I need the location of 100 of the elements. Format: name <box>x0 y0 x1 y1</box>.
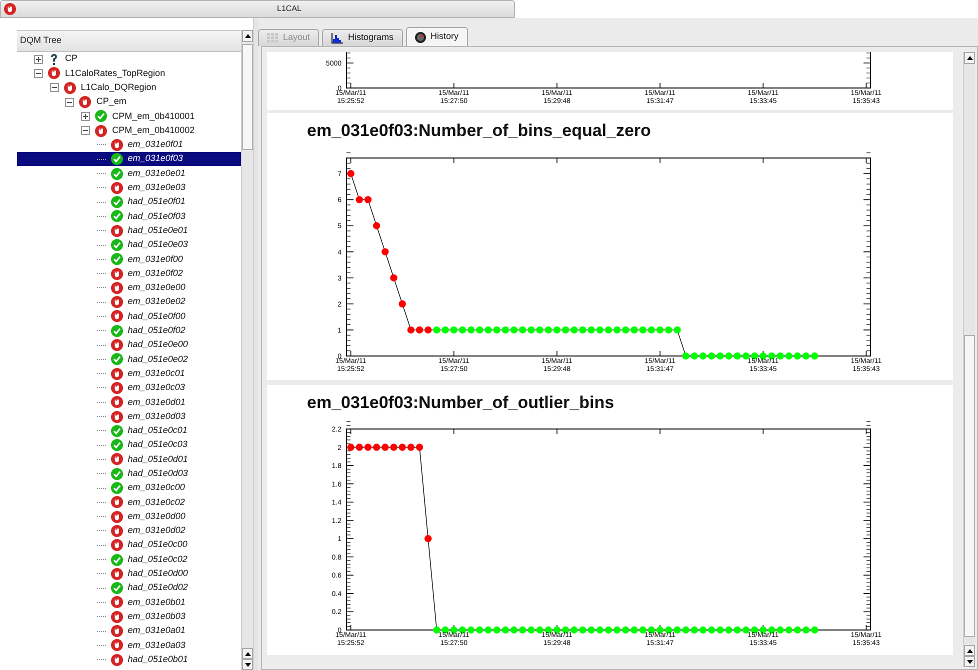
tree-connector <box>96 302 106 303</box>
down-arrow-icon <box>966 660 972 664</box>
tree-item[interactable]: had_051e0c00 <box>17 538 241 552</box>
tree-connector <box>96 473 106 474</box>
tree-connector <box>96 258 106 260</box>
tree-item[interactable]: had_051e0f02 <box>17 324 241 338</box>
tree-item[interactable]: em_031e0e01 <box>17 166 241 181</box>
tree-item[interactable]: CP_em <box>17 94 241 110</box>
collapse-toggle[interactable] <box>34 68 43 78</box>
tree-item[interactable]: had_051e0d02 <box>17 580 241 596</box>
tree-item[interactable]: had_051e0d01 <box>17 452 241 467</box>
up-arrow-icon <box>244 652 250 656</box>
collapse-toggle[interactable] <box>50 83 59 92</box>
tree-item[interactable]: had_051e0e01 <box>17 224 241 238</box>
tree-item[interactable]: em_031e0f02 <box>17 266 241 281</box>
tree-item[interactable]: had_051e0f00 <box>17 309 241 324</box>
scroll-down-button[interactable] <box>964 656 975 667</box>
tree-item[interactable]: had_051e0b01 <box>17 652 241 667</box>
tree-item[interactable]: had_051e0f03 <box>17 209 241 224</box>
collapse-toggle[interactable] <box>65 98 74 107</box>
tree-item[interactable]: had_051e0c02 <box>17 552 241 567</box>
tree-item[interactable]: em_031e0c03 <box>17 380 241 396</box>
collapse-toggle[interactable] <box>81 126 90 136</box>
tree-connector <box>96 444 106 446</box>
window-tab[interactable]: L1CAL <box>0 0 515 18</box>
scrollbar[interactable] <box>963 52 975 667</box>
tree-item[interactable]: em_031e0a01 <box>17 624 241 638</box>
tree-item[interactable]: had_051e0e00 <box>17 338 241 352</box>
tree-connector <box>96 616 106 618</box>
scrollbar[interactable] <box>241 30 253 670</box>
tree-item[interactable]: em_031e0c02 <box>17 495 241 510</box>
tree-connector <box>96 458 106 460</box>
down-arrow-icon <box>244 662 250 666</box>
tree-item[interactable]: em_031e0a03 <box>17 638 241 652</box>
tree-item[interactable]: had_051e0e02 <box>17 352 241 367</box>
tree-item[interactable]: em_031e0f03 <box>17 152 241 166</box>
tree-connector <box>96 202 106 203</box>
tree-item[interactable]: em_031e0d00 <box>17 510 241 524</box>
tree-connector <box>96 502 106 503</box>
tree-connector <box>96 588 106 589</box>
tree-item[interactable]: em_031e0e03 <box>17 180 241 195</box>
scroll-up-button[interactable] <box>242 30 253 42</box>
tree-item[interactable]: CP <box>17 52 241 66</box>
tree-connector <box>96 659 106 660</box>
tree-connector <box>96 544 106 546</box>
tree-connector <box>96 344 106 346</box>
tree-item[interactable]: L1CaloRates_TopRegion <box>17 66 241 81</box>
tree-connector <box>96 244 106 246</box>
tree-item[interactable]: em_031e0d01 <box>17 395 241 410</box>
tree-item[interactable]: em_031e0f01 <box>17 138 241 152</box>
tree-connector <box>96 402 106 403</box>
tree-item[interactable]: em_031e0e02 <box>17 295 241 310</box>
scroll-thumb[interactable] <box>964 335 975 637</box>
up-arrow-icon <box>966 648 972 652</box>
tab[interactable]: Histograms <box>322 29 403 46</box>
tree-connector <box>96 273 106 274</box>
tree-item[interactable]: em_031e0c00 <box>17 480 241 496</box>
tree-connector <box>96 430 106 432</box>
tree-connector <box>96 173 106 174</box>
tree-connector <box>96 330 106 332</box>
gauge-icon <box>414 32 426 42</box>
window-title: L1CAL <box>277 3 302 15</box>
tree-item[interactable]: had_051e0d00 <box>17 566 241 581</box>
tree-item[interactable]: em_031e0e00 <box>17 280 241 296</box>
tree-item[interactable]: em_031e0b01 <box>17 595 241 610</box>
scroll-up-button[interactable] <box>242 648 253 659</box>
tree-connector <box>96 230 106 232</box>
tree-item[interactable]: had_051e0d03 <box>17 466 241 481</box>
tree-connector <box>96 316 106 317</box>
tree-item[interactable]: had_051e0c01 <box>17 424 241 438</box>
tree-connector <box>96 416 106 418</box>
tree-connector <box>96 530 106 532</box>
tree-connector <box>96 573 106 574</box>
scroll-up-button[interactable] <box>964 52 975 64</box>
tree-connector <box>96 644 106 646</box>
tree-item[interactable]: had_051e0e03 <box>17 238 241 252</box>
tree-item[interactable]: em_031e0f00 <box>17 252 241 266</box>
tab[interactable]: History <box>406 27 468 46</box>
tree-item[interactable]: em_031e0c01 <box>17 366 241 381</box>
tree-item[interactable]: em_031e0b03 <box>17 610 241 624</box>
expand-toggle[interactable] <box>81 112 90 121</box>
up-arrow-icon <box>244 34 250 38</box>
tree-connector <box>96 559 106 560</box>
scroll-up-button[interactable] <box>964 645 975 656</box>
tree-connector <box>96 144 106 146</box>
tree-connector <box>96 187 106 188</box>
histogram-icon <box>331 32 344 44</box>
tree-item[interactable]: em_031e0d02 <box>17 524 241 538</box>
tree-connector <box>96 158 106 160</box>
scroll-thumb[interactable] <box>242 44 253 150</box>
plot-title: em_031e0f03:Number_of_bins_equal_zero <box>307 120 651 142</box>
tree-item[interactable]: had_051e0c03 <box>17 438 241 452</box>
tree-connector <box>96 516 106 518</box>
tree-item[interactable]: L1Calo_DQRegion <box>17 80 241 95</box>
tree-item[interactable]: CPM_em_0b410001 <box>17 109 241 124</box>
scroll-down-button[interactable] <box>242 659 253 670</box>
expand-toggle[interactable] <box>34 54 43 64</box>
tree-item[interactable]: CPM_em_0b410002 <box>17 123 241 138</box>
tree-item[interactable]: em_031e0d03 <box>17 409 241 424</box>
tree-item[interactable]: had_051e0f01 <box>17 194 241 210</box>
